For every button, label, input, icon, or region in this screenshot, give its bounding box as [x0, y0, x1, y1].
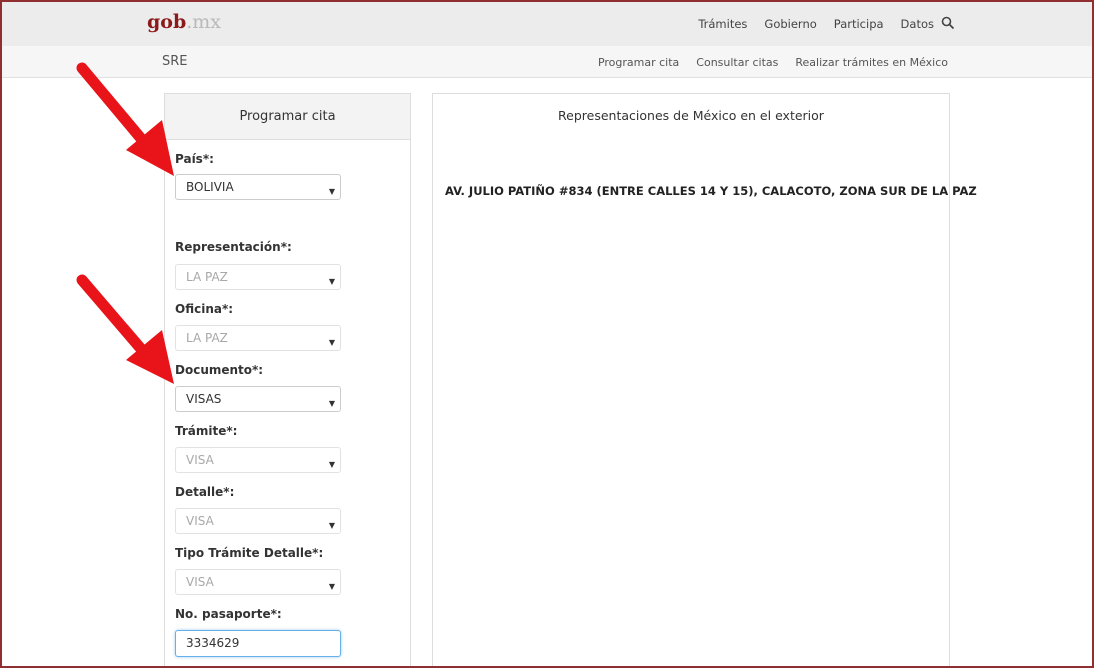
nav-programar-cita[interactable]: Programar cita: [598, 56, 679, 69]
detalle-label: Detalle*:: [175, 485, 235, 499]
representacion-label: Representación*:: [175, 240, 292, 254]
oficina-value: LA PAZ: [186, 331, 228, 345]
office-address: AV. JULIO PATIÑO #834 (ENTRE CALLES 14 Y…: [445, 184, 977, 198]
nav-realizar-tramites[interactable]: Realizar trámites en México: [795, 56, 948, 69]
tipo-tramite-detalle-select[interactable]: VISA ▼: [175, 569, 341, 595]
pais-label: País*:: [175, 152, 214, 166]
pais-select[interactable]: BOLIVIA ▼: [175, 174, 341, 200]
logo-main-text: gob: [147, 11, 187, 33]
nav-consultar-citas[interactable]: Consultar citas: [696, 56, 778, 69]
nav-participa[interactable]: Participa: [834, 17, 884, 31]
caret-down-icon: ▼: [328, 582, 335, 591]
representaciones-title: Representaciones de México en el exterio…: [558, 108, 824, 123]
top-nav: Trámites Gobierno Participa Datos: [698, 17, 954, 31]
documento-label: Documento*:: [175, 363, 264, 377]
top-navigation-bar: gob.mx Trámites Gobierno Participa Datos: [2, 2, 1092, 46]
documento-value: VISAS: [186, 392, 222, 406]
representacion-select[interactable]: LA PAZ ▼: [175, 264, 341, 290]
browser-frame: gob.mx Trámites Gobierno Participa Datos…: [0, 0, 1094, 668]
pasaporte-label: No. pasaporte*:: [175, 607, 282, 621]
pasaporte-input[interactable]: 3334629: [175, 630, 341, 657]
tipo-tramite-detalle-label: Tipo Trámite Detalle*:: [175, 546, 324, 560]
oficina-select[interactable]: LA PAZ ▼: [175, 325, 341, 351]
tramite-select[interactable]: VISA ▼: [175, 447, 341, 473]
nav-gobierno[interactable]: Gobierno: [764, 17, 816, 31]
form-title: Programar cita: [165, 94, 410, 140]
tramite-label: Trámite*:: [175, 424, 238, 438]
detalle-value: VISA: [186, 514, 214, 528]
pais-value: BOLIVIA: [186, 180, 234, 194]
gobmx-logo[interactable]: gob.mx: [147, 11, 221, 33]
representacion-value: LA PAZ: [186, 270, 228, 284]
caret-down-icon: ▼: [328, 399, 335, 408]
oficina-label: Oficina*:: [175, 302, 234, 316]
tipo-tramite-detalle-value: VISA: [186, 575, 214, 589]
appointment-form-panel: Programar cita País*: BOLIVIA ▼ Represen…: [164, 93, 411, 666]
caret-down-icon: ▼: [328, 460, 335, 469]
secondary-nav: Programar cita Consultar citas Realizar …: [598, 56, 948, 69]
caret-down-icon: ▼: [328, 187, 335, 196]
detalle-select[interactable]: VISA ▼: [175, 508, 341, 534]
caret-down-icon: ▼: [328, 277, 335, 286]
caret-down-icon: ▼: [328, 338, 335, 347]
tramite-value: VISA: [186, 453, 214, 467]
representaciones-panel: Representaciones de México en el exterio…: [432, 93, 977, 666]
logo-domain-text: .mx: [186, 11, 222, 33]
site-name[interactable]: SRE: [162, 54, 188, 69]
secondary-navigation-bar: SRE Programar cita Consultar citas Reali…: [2, 46, 1092, 78]
caret-down-icon: ▼: [328, 521, 335, 530]
search-icon[interactable]: [941, 16, 955, 30]
nav-tramites[interactable]: Trámites: [698, 17, 747, 31]
documento-select[interactable]: VISAS ▼: [175, 386, 341, 412]
nav-datos[interactable]: Datos: [901, 17, 934, 31]
